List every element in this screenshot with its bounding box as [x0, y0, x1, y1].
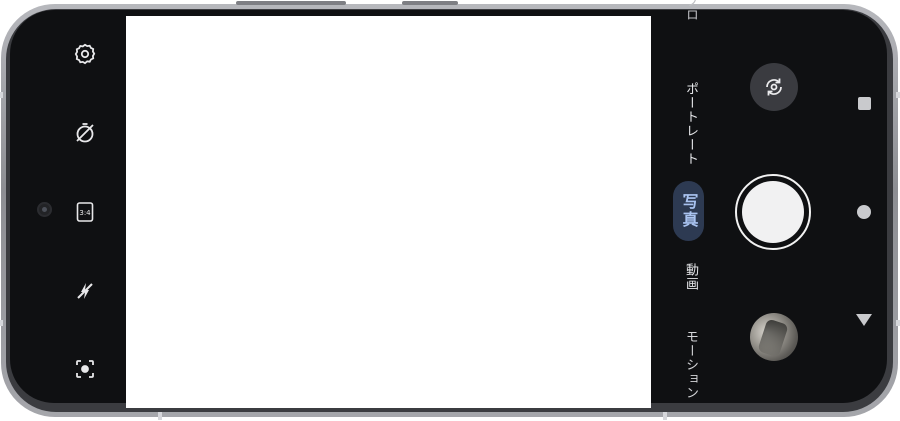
front-camera-cutout	[37, 202, 52, 217]
antenna-band	[663, 412, 667, 420]
antenna-band	[0, 92, 3, 98]
mode-video[interactable]: 動画	[681, 263, 700, 291]
antenna-band	[158, 412, 162, 420]
mode-pro-partial[interactable]: プロ	[681, 0, 700, 44]
flash-off-icon[interactable]	[72, 278, 98, 304]
last-photo-thumbnail[interactable]	[750, 313, 798, 361]
aspect-ratio-label: 3:4	[79, 209, 91, 217]
recent-apps-icon	[857, 96, 871, 110]
antenna-band	[896, 320, 900, 326]
recent-apps-button[interactable]	[852, 91, 876, 115]
settings-icon[interactable]	[72, 41, 98, 67]
aspect-ratio-icon[interactable]: 3:4	[72, 199, 98, 225]
mode-portrait[interactable]: ポートレート	[681, 82, 700, 166]
mode-motion-partial[interactable]: モーション	[681, 330, 700, 408]
shutter-button[interactable]	[735, 174, 811, 250]
back-button[interactable]	[852, 308, 876, 332]
antenna-band	[0, 320, 3, 326]
mode-pro-label: プロ	[683, 0, 698, 22]
power-button[interactable]	[402, 1, 458, 5]
lens-icon[interactable]	[72, 356, 98, 382]
volume-button[interactable]	[236, 1, 346, 5]
flip-camera-button[interactable]	[750, 63, 798, 111]
viewfinder[interactable]	[126, 16, 651, 408]
back-icon	[856, 314, 872, 326]
mode-photo-label: 写真	[679, 193, 699, 229]
mode-photo-selected[interactable]: 写真	[673, 181, 704, 241]
timer-off-icon[interactable]	[72, 120, 98, 146]
antenna-band	[896, 92, 900, 98]
home-button[interactable]	[852, 200, 876, 224]
mode-motion-label: モーション	[683, 330, 698, 400]
shutter-inner	[742, 181, 804, 243]
home-icon	[857, 205, 871, 219]
flip-camera-icon	[766, 78, 782, 96]
